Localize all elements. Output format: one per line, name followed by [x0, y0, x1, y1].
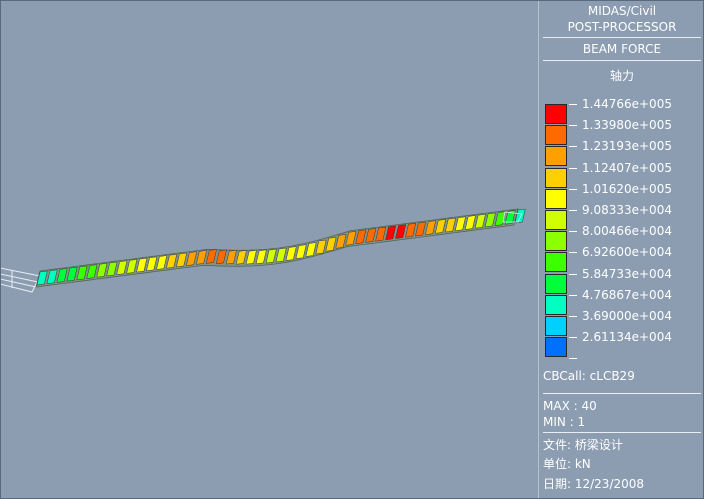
legend-tick — [569, 188, 577, 190]
legend-swatch — [545, 210, 567, 230]
module-name: POST-PROCESSOR — [567, 20, 677, 34]
legend-tick — [569, 125, 577, 127]
unit-label: 单位: kN — [543, 457, 591, 471]
legend-tick — [569, 358, 577, 360]
legend-tick — [569, 210, 577, 211]
file-name-label: 文件: 桥梁设计 — [543, 438, 623, 452]
legend-tick — [569, 316, 577, 317]
divider — [543, 60, 701, 61]
support-wireframe — [0, 267, 41, 293]
max-element-label: MAX : 40 — [543, 399, 597, 413]
legend-swatch — [545, 337, 567, 358]
legend-tick — [569, 294, 577, 296]
legend-swatch — [545, 167, 567, 188]
legend-swatch — [545, 252, 567, 273]
legend-tick — [569, 273, 577, 275]
legend-swatch — [545, 294, 567, 315]
legend-value: 1.01620e+005 — [582, 181, 672, 196]
legend-value: 6.92600e+004 — [582, 245, 672, 260]
legend-tick — [569, 337, 577, 339]
legend-value: 8.00466e+004 — [582, 224, 672, 239]
date-label: 日期: 12/23/2008 — [543, 477, 645, 491]
legend-value: 1.12407e+005 — [582, 160, 672, 175]
app-name: MIDAS/Civil — [587, 4, 657, 18]
force-component-label: 轴力 — [609, 69, 634, 83]
legend-swatch — [545, 273, 567, 294]
result-legend-panel: MIDAS/Civil POST-PROCESSOR BEAM FORCE 轴力… — [538, 0, 704, 499]
legend-value: 1.44766e+005 — [582, 97, 672, 111]
beam-elements — [35, 208, 526, 288]
legend-swatch — [545, 316, 567, 336]
legend-value: 1.33980e+005 — [582, 118, 672, 133]
legend-value: 2.61134e+004 — [582, 330, 672, 345]
legend-swatch — [545, 146, 567, 167]
legend-value: 9.08333e+004 — [582, 203, 672, 217]
legend-value: 5.84733e+004 — [582, 266, 672, 281]
legend-swatch — [545, 125, 567, 146]
result-type-title: BEAM FORCE — [582, 42, 662, 56]
legend-tick — [569, 146, 577, 148]
divider — [543, 432, 701, 433]
divider — [543, 393, 701, 394]
legend-swatch — [545, 188, 567, 209]
load-combination-label: CBCall: cLCB29 — [543, 369, 635, 383]
min-element-label: MIN : 1 — [543, 415, 586, 429]
legend-tick — [569, 167, 577, 169]
legend-swatch — [545, 231, 567, 252]
divider — [543, 37, 701, 38]
legend-value: 4.76867e+004 — [582, 287, 672, 302]
model-viewport[interactable] — [0, 0, 538, 499]
bridge-beam-model — [0, 208, 526, 293]
legend-tick — [569, 231, 577, 233]
legend-value: 3.69000e+004 — [582, 309, 672, 323]
legend-value: 1.23193e+005 — [582, 139, 672, 154]
legend-swatch — [545, 104, 567, 124]
legend-tick — [569, 252, 577, 254]
legend-tick — [569, 104, 577, 105]
